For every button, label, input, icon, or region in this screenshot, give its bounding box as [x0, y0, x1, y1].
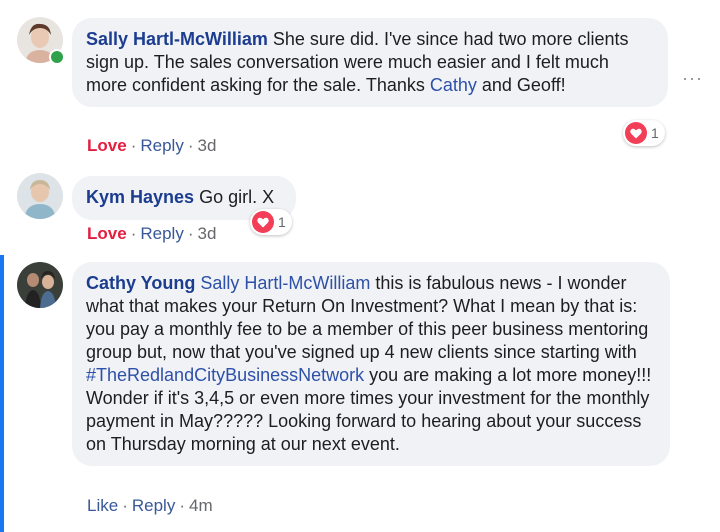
comment-actions: Like · Reply · 4m: [87, 496, 213, 515]
comment-actions: Love · Reply · 3d: [87, 136, 217, 155]
reply-button[interactable]: Reply: [140, 224, 183, 243]
comment-actions: Love · Reply · 3d: [87, 224, 217, 243]
mention-link[interactable]: Sally Hartl-McWilliam: [200, 273, 370, 293]
comment-author[interactable]: Sally Hartl-McWilliam: [86, 29, 268, 49]
comment-text: and Geoff!: [476, 75, 566, 95]
reaction-count: 1: [651, 125, 659, 141]
comment-text: Go girl. X: [199, 187, 275, 207]
heart-icon: [625, 122, 647, 144]
reply-button[interactable]: Reply: [132, 496, 175, 515]
comment-timestamp[interactable]: 3d: [198, 224, 217, 243]
hashtag-link[interactable]: #TheRedlandCityBusinessNetwork: [86, 365, 364, 385]
comment-author[interactable]: Kym Haynes: [86, 187, 194, 207]
active-thread-indicator: [0, 255, 4, 532]
comment-timestamp[interactable]: 3d: [198, 136, 217, 155]
comment-timestamp[interactable]: 4m: [189, 496, 213, 515]
heart-icon: [252, 211, 274, 233]
avatar-kym[interactable]: [17, 173, 63, 219]
comment-bubble-cathy: Cathy Young Sally Hartl-McWilliam this i…: [72, 262, 670, 466]
reaction-summary[interactable]: 1: [250, 209, 292, 235]
avatar-cathy[interactable]: [17, 262, 63, 308]
love-button[interactable]: Love: [87, 224, 127, 243]
online-status-dot: [49, 49, 65, 65]
comment-bubble-sally: Sally Hartl-McWilliam She sure did. I've…: [72, 18, 668, 107]
like-button[interactable]: Like: [87, 496, 118, 515]
reaction-count: 1: [278, 214, 286, 230]
more-options-icon[interactable]: ···: [682, 68, 703, 89]
comment-author[interactable]: Cathy Young: [86, 273, 195, 293]
mention-link[interactable]: Cathy: [430, 75, 477, 95]
love-button[interactable]: Love: [87, 136, 127, 155]
reaction-summary[interactable]: 1: [623, 120, 665, 146]
reply-button[interactable]: Reply: [140, 136, 183, 155]
